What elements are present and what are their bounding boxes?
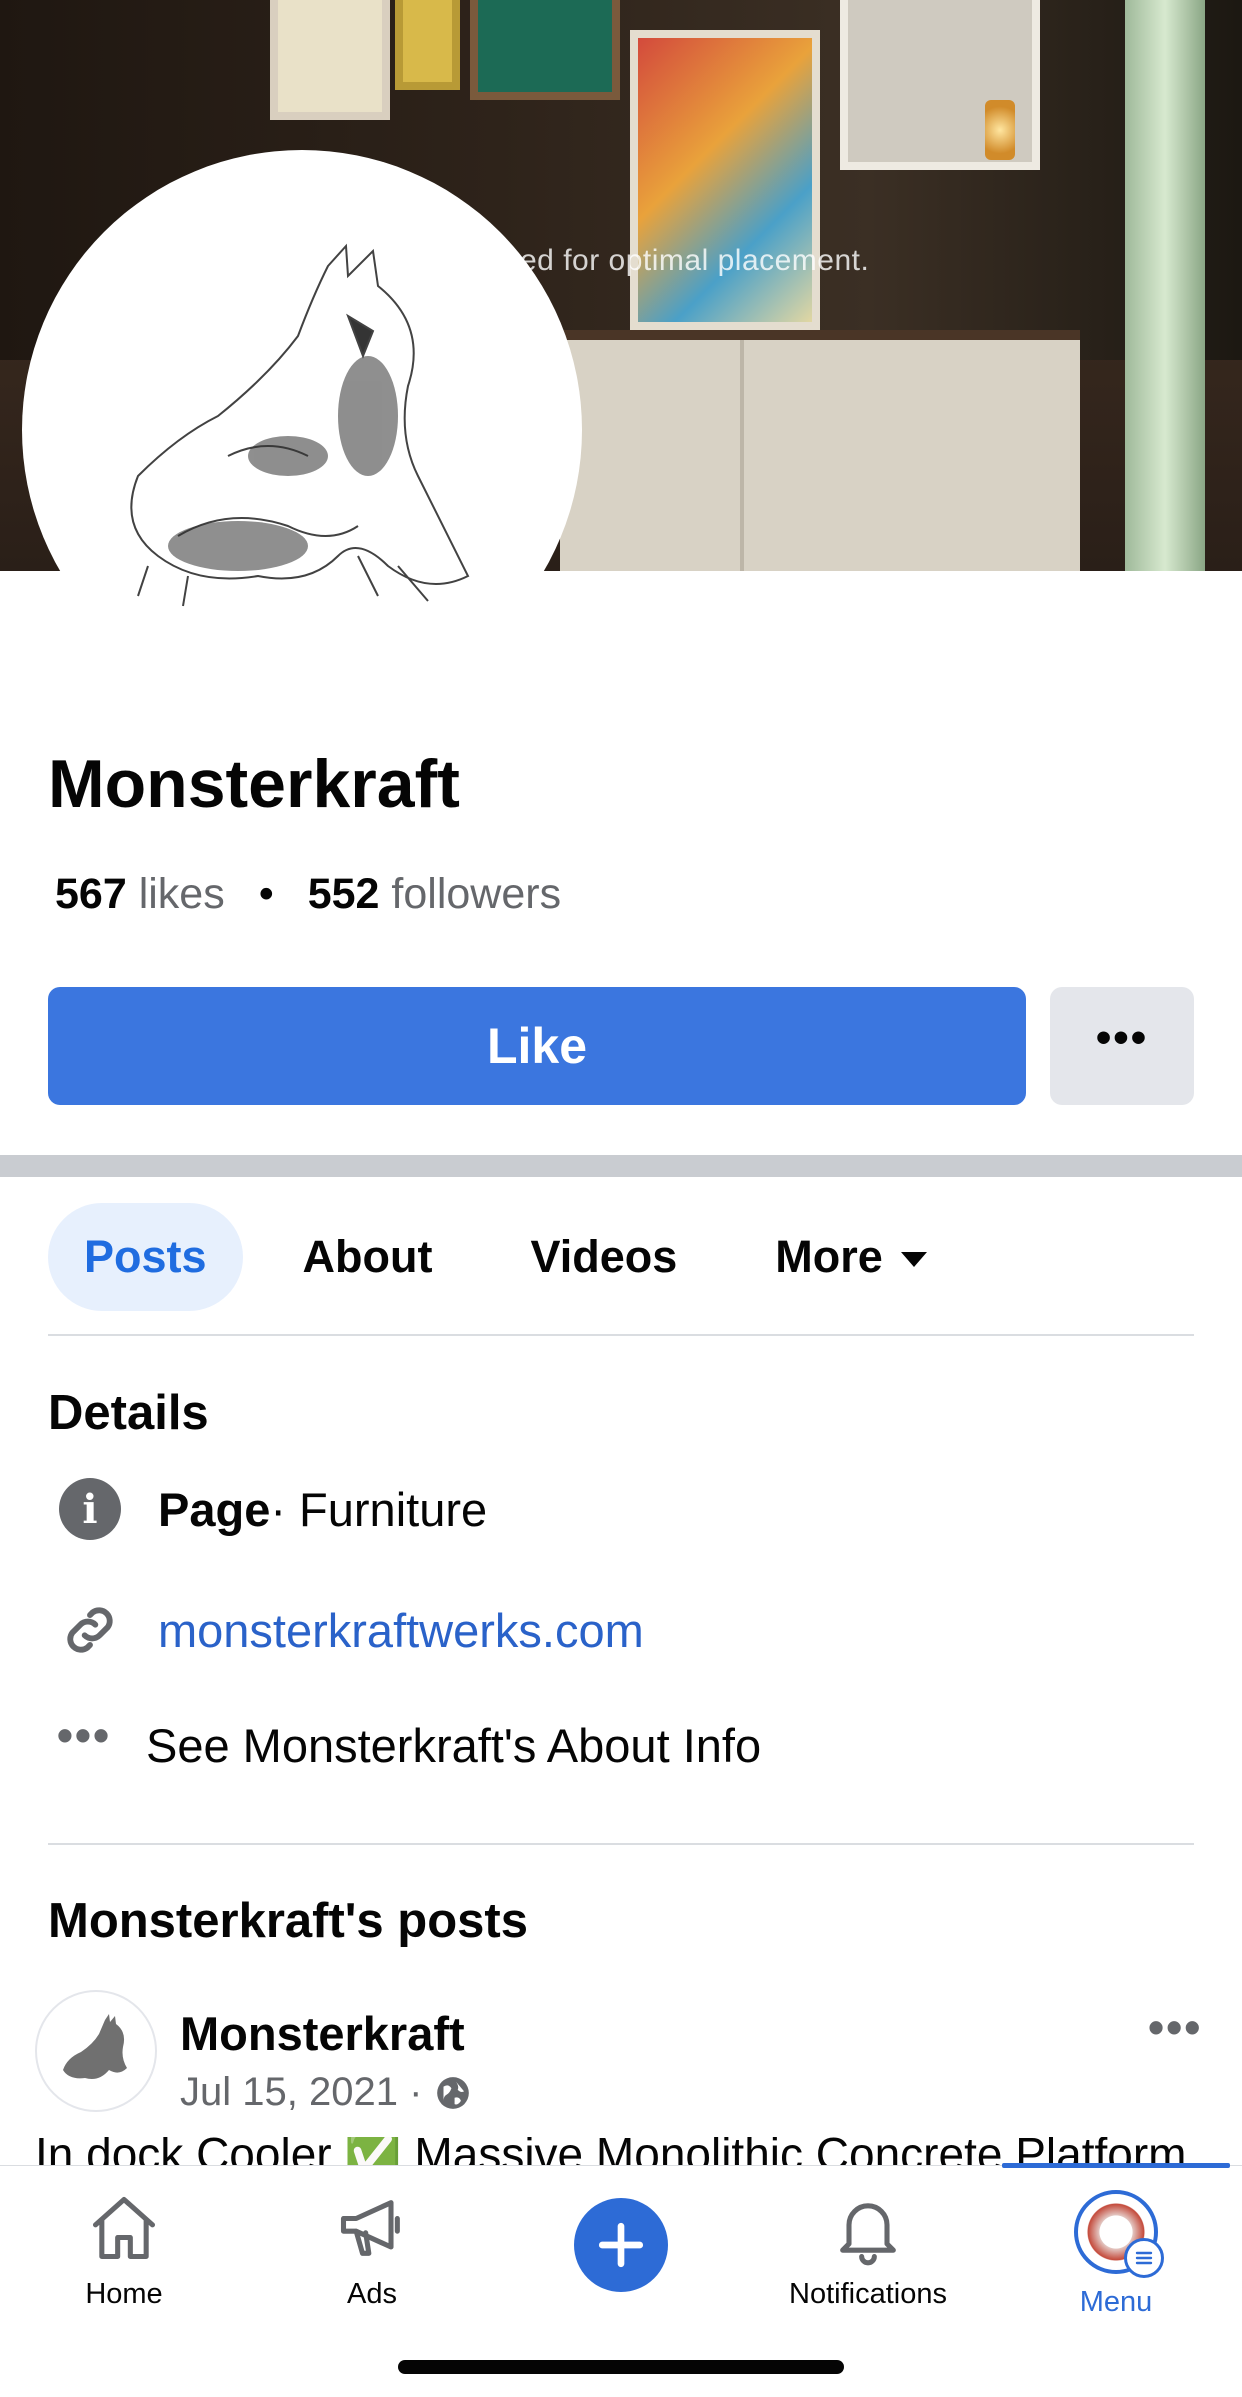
nav-home-label: Home — [85, 2278, 163, 2310]
bell-icon — [840, 2203, 896, 2266]
ellipsis-icon: ••• — [1095, 1013, 1149, 1062]
tab-videos[interactable]: Videos — [495, 1203, 714, 1311]
more-options-button[interactable]: ••• — [1050, 987, 1194, 1105]
cover-caption: ed for optimal placement. — [520, 244, 870, 277]
divider — [48, 1334, 1194, 1336]
separator-dot: • — [258, 870, 274, 918]
post-author-name[interactable]: Monsterkraft — [180, 2006, 465, 2061]
cover-cabinet — [560, 330, 1080, 571]
nav-menu-label: Menu — [1079, 2286, 1153, 2318]
tab-more[interactable]: More — [739, 1203, 963, 1311]
create-button[interactable] — [574, 2198, 668, 2292]
tab-posts[interactable]: Posts — [48, 1203, 243, 1311]
nav-menu[interactable]: Menu — [1016, 2190, 1216, 2319]
link-icon — [67, 1607, 113, 1653]
posts-heading: Monsterkraft's posts — [48, 1894, 528, 1948]
home-indicator-bar — [398, 2360, 844, 2374]
detail-about-info[interactable]: ••• See Monsterkraft's About Info — [48, 1709, 761, 1773]
info-icon: i — [59, 1478, 121, 1540]
post-meta: Jul 15, 2021 · — [180, 2070, 472, 2115]
monster-sketch-icon — [130, 243, 470, 607]
megaphone-icon — [340, 2200, 400, 2256]
ellipsis-icon: ••• — [56, 1708, 112, 1761]
followers-label[interactable]: followers — [391, 870, 561, 918]
detail-website[interactable]: monsterkraftwerks.com — [48, 1598, 644, 1662]
tab-more-label: More — [775, 1231, 883, 1282]
about-info-link[interactable]: See Monsterkraft's About Info — [146, 1718, 761, 1773]
website-link[interactable]: monsterkraftwerks.com — [158, 1603, 644, 1658]
profile-tabs: Posts About Videos More — [48, 1203, 963, 1311]
likes-label[interactable]: likes — [139, 870, 225, 918]
post-author-avatar[interactable] — [35, 1990, 157, 2112]
category-bold: Page — [158, 1482, 271, 1536]
page-title: Monsterkraft — [48, 746, 460, 822]
detail-category: i Page · Furniture — [48, 1478, 487, 1540]
home-icon — [92, 2196, 156, 2260]
cover-frame — [470, 0, 620, 100]
cover-frame — [270, 0, 390, 120]
like-button[interactable]: Like — [48, 987, 1026, 1105]
followers-count[interactable]: 552 — [308, 870, 380, 918]
category-text: · Furniture — [270, 1482, 488, 1536]
cover-frame — [630, 30, 820, 330]
nav-notifications[interactable]: Notifications — [768, 2190, 968, 2311]
tab-about[interactable]: About — [267, 1203, 469, 1311]
profile-picture[interactable] — [28, 156, 576, 704]
menu-lines-icon — [1124, 2238, 1164, 2278]
details-heading: Details — [48, 1386, 209, 1440]
nav-notifications-label: Notifications — [789, 2278, 947, 2310]
section-divider — [0, 1155, 1242, 1177]
cover-frame — [395, 0, 460, 90]
nav-home[interactable]: Home — [24, 2190, 224, 2311]
nav-ads[interactable]: Ads — [272, 2190, 472, 2311]
post-date[interactable]: Jul 15, 2021 · — [180, 2070, 422, 2115]
plus-icon — [598, 2222, 644, 2268]
globe-icon — [437, 2076, 470, 2109]
post-options-button[interactable]: ••• — [1148, 2000, 1202, 2054]
cover-column — [1125, 0, 1205, 571]
page-stats: 567 likes • 552 followers — [55, 870, 561, 919]
monster-sketch-icon — [63, 2014, 127, 2079]
cover-lamp — [985, 100, 1015, 160]
profile-avatar-icon — [1074, 2190, 1164, 2278]
nav-ads-label: Ads — [347, 2278, 397, 2310]
likes-count[interactable]: 567 — [55, 870, 127, 918]
active-tab-indicator — [1002, 2163, 1230, 2168]
divider — [48, 1843, 1194, 1845]
caret-down-icon — [900, 1251, 927, 1267]
